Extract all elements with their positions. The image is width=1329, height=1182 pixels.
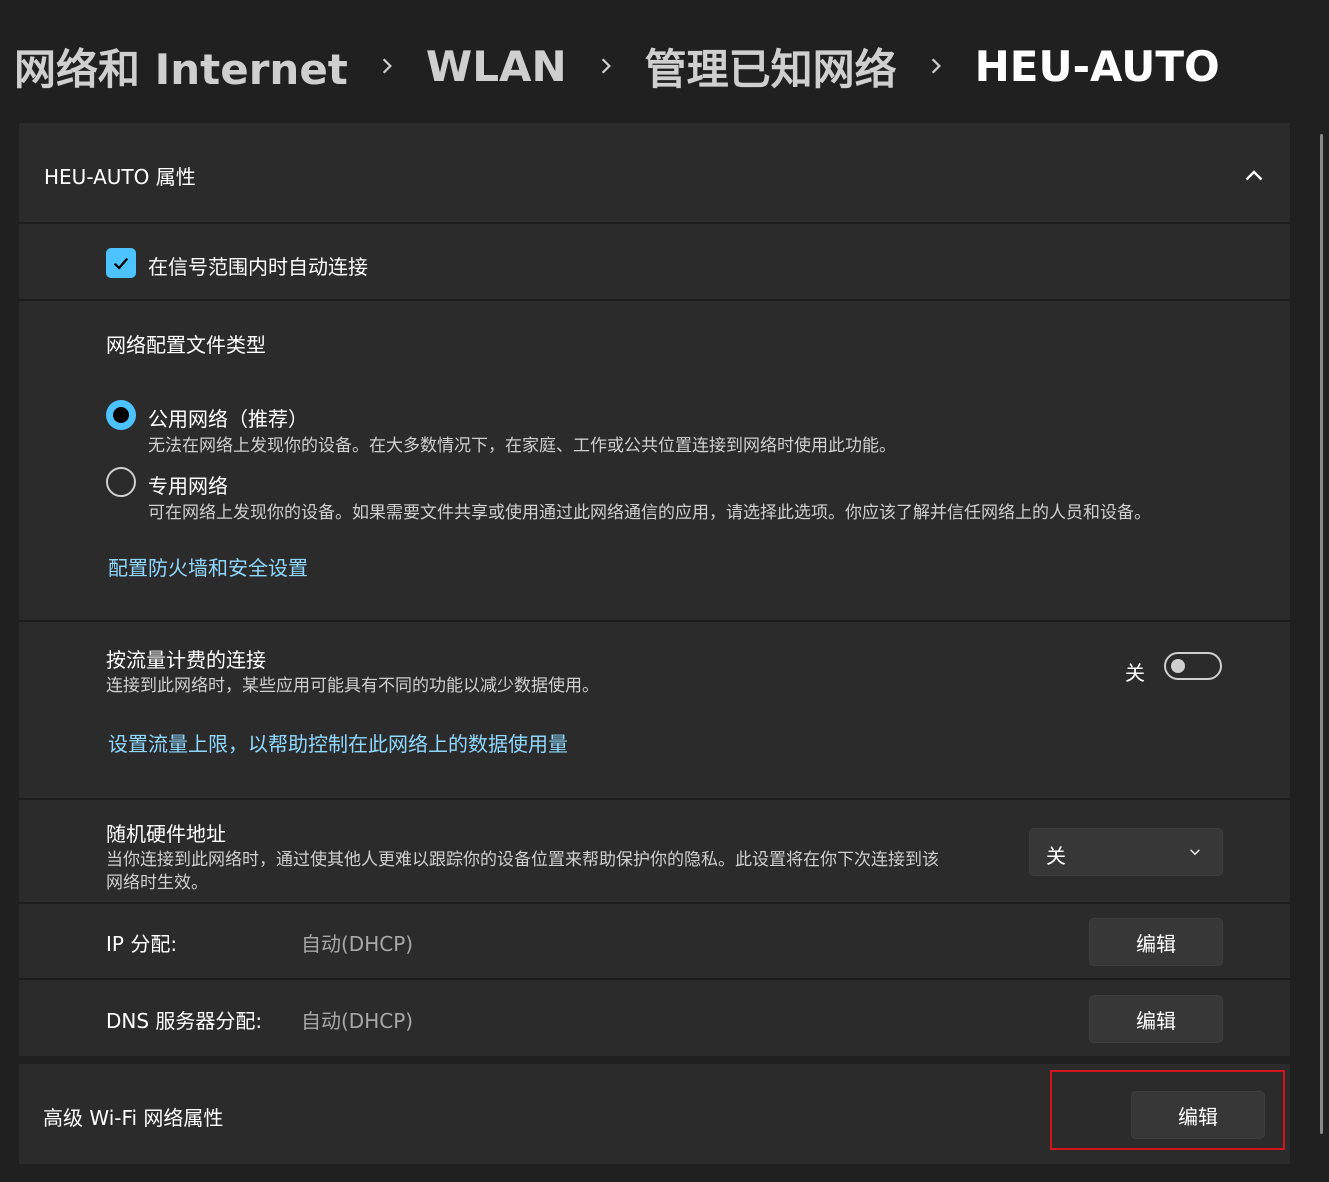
auto-connect-label: 在信号范围内时自动连接 bbox=[148, 255, 368, 279]
private-network-description: 可在网络上发现你的设备。如果需要文件共享或使用通过此网络通信的应用，请选择此选项… bbox=[148, 503, 1151, 523]
ip-edit-button[interactable]: 编辑 bbox=[1089, 918, 1223, 966]
data-limit-link[interactable]: 设置流量上限，以帮助控制在此网络上的数据使用量 bbox=[108, 728, 568, 757]
random-mac-title: 随机硬件地址 bbox=[106, 822, 226, 846]
dns-edit-button[interactable]: 编辑 bbox=[1089, 995, 1223, 1043]
chevron-right-icon bbox=[927, 57, 945, 75]
firewall-settings-link[interactable]: 配置防火墙和安全设置 bbox=[108, 552, 308, 581]
chevron-down-icon bbox=[1190, 849, 1200, 856]
random-mac-description: 当你连接到此网络时，通过使其他人更难以跟踪你的设备位置来帮助保护你的隐私。此设置… bbox=[106, 850, 939, 870]
public-network-radio[interactable] bbox=[106, 400, 136, 430]
metered-connection-section: 按流量计费的连接 连接到此网络时，某些应用可能具有不同的功能以减少数据使用。 关… bbox=[19, 622, 1290, 798]
random-mac-dropdown-value: 关 bbox=[1046, 844, 1066, 868]
metered-title: 按流量计费的连接 bbox=[106, 648, 266, 672]
chevron-right-icon bbox=[378, 57, 396, 75]
ip-assignment-value: 自动(DHCP) bbox=[301, 932, 414, 956]
chevron-up-icon[interactable] bbox=[1242, 163, 1266, 187]
ip-assignment-label: IP 分配: bbox=[106, 932, 178, 956]
properties-header[interactable]: HEU-AUTO 属性 bbox=[19, 123, 1290, 222]
breadcrumb-item-current: HEU-AUTO bbox=[974, 41, 1220, 91]
auto-connect-checkbox[interactable] bbox=[106, 248, 136, 278]
dns-assignment-value: 自动(DHCP) bbox=[301, 1009, 414, 1033]
profile-type-section: 网络配置文件类型 公用网络（推荐） 无法在网络上发现你的设备。在大多数情况下，在… bbox=[19, 301, 1290, 620]
properties-panel: HEU-AUTO 属性 在信号范围内时自动连接 网络配置文件类型 公用网络（推荐… bbox=[19, 123, 1290, 1056]
breadcrumb-item-wlan[interactable]: WLAN bbox=[426, 42, 567, 91]
chevron-right-icon bbox=[597, 57, 615, 75]
highlight-box bbox=[1050, 1070, 1285, 1150]
public-network-label[interactable]: 公用网络（推荐） bbox=[148, 403, 308, 432]
checkmark-icon bbox=[113, 257, 129, 270]
dns-assignment-row: DNS 服务器分配: 自动(DHCP) 编辑 bbox=[19, 980, 1290, 1056]
advanced-wifi-label: 高级 Wi-Fi 网络属性 bbox=[43, 1106, 224, 1130]
private-network-radio[interactable] bbox=[106, 467, 136, 497]
breadcrumb-item-network[interactable]: 网络和 Internet bbox=[14, 36, 348, 97]
dns-assignment-label: DNS 服务器分配: bbox=[106, 1009, 263, 1033]
properties-title: HEU-AUTO 属性 bbox=[44, 165, 196, 189]
public-network-description: 无法在网络上发现你的设备。在大多数情况下，在家庭、工作或公共位置连接到网络时使用… bbox=[148, 436, 896, 456]
scrollbar[interactable] bbox=[1320, 134, 1323, 1134]
random-mac-row: 随机硬件地址 当你连接到此网络时，通过使其他人更难以跟踪你的设备位置来帮助保护你… bbox=[19, 800, 1290, 902]
breadcrumb-item-known-networks[interactable]: 管理已知网络 bbox=[645, 36, 897, 97]
auto-connect-row: 在信号范围内时自动连接 bbox=[19, 224, 1290, 299]
breadcrumb: 网络和 Internet WLAN 管理已知网络 HEU-AUTO bbox=[14, 36, 1220, 96]
random-mac-description-cont: 网络时生效。 bbox=[106, 873, 208, 893]
metered-description: 连接到此网络时，某些应用可能具有不同的功能以减少数据使用。 bbox=[106, 676, 599, 696]
profile-type-title: 网络配置文件类型 bbox=[106, 333, 266, 357]
metered-toggle-state: 关 bbox=[1125, 661, 1145, 685]
ip-assignment-row: IP 分配: 自动(DHCP) 编辑 bbox=[19, 904, 1290, 978]
random-mac-dropdown[interactable]: 关 bbox=[1029, 828, 1223, 876]
private-network-label[interactable]: 专用网络 bbox=[148, 470, 228, 499]
metered-toggle[interactable] bbox=[1164, 652, 1222, 680]
